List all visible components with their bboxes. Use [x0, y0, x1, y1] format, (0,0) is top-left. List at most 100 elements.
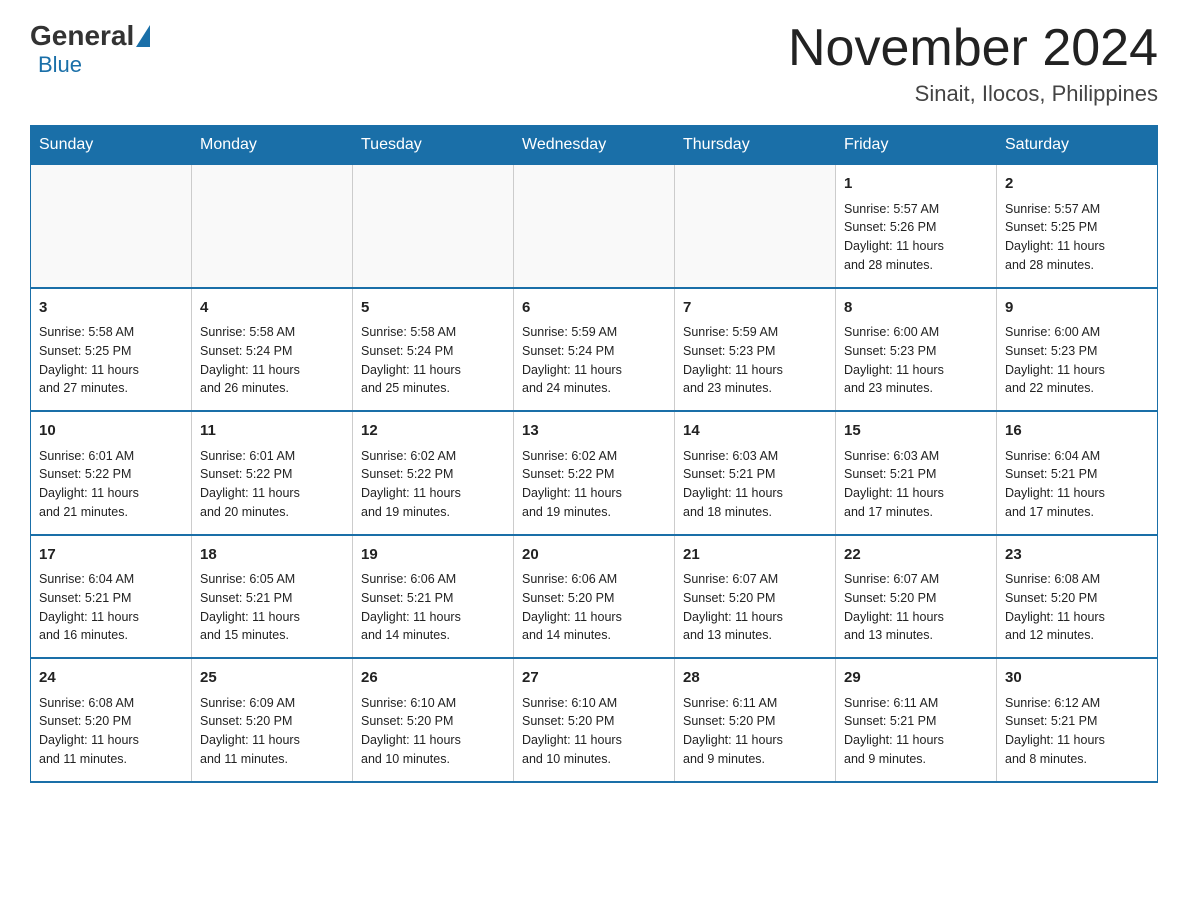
- title-block: November 2024 Sinait, Ilocos, Philippine…: [788, 20, 1158, 107]
- calendar-day: 8 Sunrise: 6:00 AM Sunset: 5:23 PM Daylig…: [836, 288, 997, 412]
- calendar-day: 14 Sunrise: 6:03 AM Sunset: 5:21 PM Dayli…: [675, 411, 836, 535]
- calendar-day: 29 Sunrise: 6:11 AM Sunset: 5:21 PM Dayli…: [836, 658, 997, 782]
- day-info: Sunrise: 6:02 AM Sunset: 5:22 PM Dayligh…: [522, 447, 666, 522]
- day-info: Sunrise: 6:07 AM Sunset: 5:20 PM Dayligh…: [844, 570, 988, 645]
- day-info: Sunrise: 6:06 AM Sunset: 5:21 PM Dayligh…: [361, 570, 505, 645]
- day-number: 24: [39, 667, 183, 690]
- calendar-day: [353, 165, 514, 288]
- day-info: Sunrise: 6:08 AM Sunset: 5:20 PM Dayligh…: [1005, 570, 1149, 645]
- logo: General Blue: [30, 20, 152, 78]
- day-number: 30: [1005, 667, 1149, 690]
- day-number: 27: [522, 667, 666, 690]
- location-title: Sinait, Ilocos, Philippines: [788, 81, 1158, 107]
- logo-triangle-icon: [136, 25, 150, 47]
- calendar-table: SundayMondayTuesdayWednesdayThursdayFrid…: [30, 125, 1158, 783]
- day-info: Sunrise: 5:59 AM Sunset: 5:23 PM Dayligh…: [683, 323, 827, 398]
- month-title: November 2024: [788, 20, 1158, 77]
- day-number: 23: [1005, 544, 1149, 567]
- calendar-day: 21 Sunrise: 6:07 AM Sunset: 5:20 PM Dayli…: [675, 535, 836, 659]
- calendar-day: [192, 165, 353, 288]
- calendar-day: 30 Sunrise: 6:12 AM Sunset: 5:21 PM Dayli…: [997, 658, 1158, 782]
- calendar-week-1: 1 Sunrise: 5:57 AM Sunset: 5:26 PM Daylig…: [31, 165, 1158, 288]
- day-info: Sunrise: 6:04 AM Sunset: 5:21 PM Dayligh…: [1005, 447, 1149, 522]
- day-info: Sunrise: 6:00 AM Sunset: 5:23 PM Dayligh…: [844, 323, 988, 398]
- day-number: 3: [39, 297, 183, 320]
- day-number: 15: [844, 420, 988, 443]
- calendar-day: [514, 165, 675, 288]
- day-info: Sunrise: 5:58 AM Sunset: 5:25 PM Dayligh…: [39, 323, 183, 398]
- day-info: Sunrise: 6:10 AM Sunset: 5:20 PM Dayligh…: [361, 694, 505, 769]
- calendar-week-5: 24 Sunrise: 6:08 AM Sunset: 5:20 PM Dayli…: [31, 658, 1158, 782]
- day-info: Sunrise: 6:07 AM Sunset: 5:20 PM Dayligh…: [683, 570, 827, 645]
- day-info: Sunrise: 6:12 AM Sunset: 5:21 PM Dayligh…: [1005, 694, 1149, 769]
- calendar-day: 23 Sunrise: 6:08 AM Sunset: 5:20 PM Dayli…: [997, 535, 1158, 659]
- calendar-day: [31, 165, 192, 288]
- day-info: Sunrise: 6:10 AM Sunset: 5:20 PM Dayligh…: [522, 694, 666, 769]
- day-number: 6: [522, 297, 666, 320]
- day-number: 18: [200, 544, 344, 567]
- calendar-day: 20 Sunrise: 6:06 AM Sunset: 5:20 PM Dayli…: [514, 535, 675, 659]
- calendar-day: 13 Sunrise: 6:02 AM Sunset: 5:22 PM Dayli…: [514, 411, 675, 535]
- calendar-header-friday: Friday: [836, 126, 997, 165]
- day-info: Sunrise: 6:08 AM Sunset: 5:20 PM Dayligh…: [39, 694, 183, 769]
- calendar-day: 15 Sunrise: 6:03 AM Sunset: 5:21 PM Dayli…: [836, 411, 997, 535]
- day-number: 29: [844, 667, 988, 690]
- day-number: 1: [844, 173, 988, 196]
- calendar-day: 3 Sunrise: 5:58 AM Sunset: 5:25 PM Daylig…: [31, 288, 192, 412]
- calendar-day: 16Sunrise: 6:04 AM Sunset: 5:21 PM Dayli…: [997, 411, 1158, 535]
- calendar-day: 9Sunrise: 6:00 AM Sunset: 5:23 PM Daylig…: [997, 288, 1158, 412]
- day-number: 9: [1005, 297, 1149, 320]
- calendar-header-tuesday: Tuesday: [353, 126, 514, 165]
- page-header: General Blue November 2024 Sinait, Iloco…: [30, 20, 1158, 107]
- day-info: Sunrise: 6:02 AM Sunset: 5:22 PM Dayligh…: [361, 447, 505, 522]
- day-info: Sunrise: 6:03 AM Sunset: 5:21 PM Dayligh…: [683, 447, 827, 522]
- day-number: 26: [361, 667, 505, 690]
- day-number: 4: [200, 297, 344, 320]
- calendar-day: 1 Sunrise: 5:57 AM Sunset: 5:26 PM Daylig…: [836, 165, 997, 288]
- calendar-header-monday: Monday: [192, 126, 353, 165]
- calendar-day: 26 Sunrise: 6:10 AM Sunset: 5:20 PM Dayli…: [353, 658, 514, 782]
- calendar-day: 10Sunrise: 6:01 AM Sunset: 5:22 PM Dayli…: [31, 411, 192, 535]
- day-number: 19: [361, 544, 505, 567]
- calendar-header-saturday: Saturday: [997, 126, 1158, 165]
- day-info: Sunrise: 6:04 AM Sunset: 5:21 PM Dayligh…: [39, 570, 183, 645]
- calendar-week-2: 3 Sunrise: 5:58 AM Sunset: 5:25 PM Daylig…: [31, 288, 1158, 412]
- calendar-day: 2 Sunrise: 5:57 AM Sunset: 5:25 PM Daylig…: [997, 165, 1158, 288]
- calendar-day: 25 Sunrise: 6:09 AM Sunset: 5:20 PM Dayli…: [192, 658, 353, 782]
- day-info: Sunrise: 5:59 AM Sunset: 5:24 PM Dayligh…: [522, 323, 666, 398]
- day-number: 13: [522, 420, 666, 443]
- day-number: 28: [683, 667, 827, 690]
- day-info: Sunrise: 5:57 AM Sunset: 5:26 PM Dayligh…: [844, 200, 988, 275]
- logo-blue-text: Blue: [38, 52, 82, 77]
- day-number: 2: [1005, 173, 1149, 196]
- calendar-day: 6 Sunrise: 5:59 AM Sunset: 5:24 PM Daylig…: [514, 288, 675, 412]
- day-info: Sunrise: 6:01 AM Sunset: 5:22 PM Dayligh…: [200, 447, 344, 522]
- calendar-header-wednesday: Wednesday: [514, 126, 675, 165]
- calendar-day: 5 Sunrise: 5:58 AM Sunset: 5:24 PM Daylig…: [353, 288, 514, 412]
- calendar-header-thursday: Thursday: [675, 126, 836, 165]
- calendar-day: 17 Sunrise: 6:04 AM Sunset: 5:21 PM Dayli…: [31, 535, 192, 659]
- day-info: Sunrise: 6:01 AM Sunset: 5:22 PM Dayligh…: [39, 447, 183, 522]
- day-number: 20: [522, 544, 666, 567]
- calendar-day: 19 Sunrise: 6:06 AM Sunset: 5:21 PM Dayli…: [353, 535, 514, 659]
- day-info: Sunrise: 5:58 AM Sunset: 5:24 PM Dayligh…: [361, 323, 505, 398]
- calendar-day: 11 Sunrise: 6:01 AM Sunset: 5:22 PM Dayli…: [192, 411, 353, 535]
- day-number: 21: [683, 544, 827, 567]
- day-info: Sunrise: 6:05 AM Sunset: 5:21 PM Dayligh…: [200, 570, 344, 645]
- calendar-day: 24 Sunrise: 6:08 AM Sunset: 5:20 PM Dayli…: [31, 658, 192, 782]
- calendar-day: 4Sunrise: 5:58 AM Sunset: 5:24 PM Daylig…: [192, 288, 353, 412]
- day-number: 11: [200, 420, 344, 443]
- day-number: 17: [39, 544, 183, 567]
- calendar-day: 7 Sunrise: 5:59 AM Sunset: 5:23 PM Daylig…: [675, 288, 836, 412]
- day-info: Sunrise: 6:06 AM Sunset: 5:20 PM Dayligh…: [522, 570, 666, 645]
- day-info: Sunrise: 5:57 AM Sunset: 5:25 PM Dayligh…: [1005, 200, 1149, 275]
- day-info: Sunrise: 6:03 AM Sunset: 5:21 PM Dayligh…: [844, 447, 988, 522]
- day-info: Sunrise: 6:11 AM Sunset: 5:21 PM Dayligh…: [844, 694, 988, 769]
- day-info: Sunrise: 6:09 AM Sunset: 5:20 PM Dayligh…: [200, 694, 344, 769]
- calendar-week-3: 10Sunrise: 6:01 AM Sunset: 5:22 PM Dayli…: [31, 411, 1158, 535]
- day-number: 5: [361, 297, 505, 320]
- day-number: 25: [200, 667, 344, 690]
- day-number: 8: [844, 297, 988, 320]
- day-number: 14: [683, 420, 827, 443]
- day-number: 7: [683, 297, 827, 320]
